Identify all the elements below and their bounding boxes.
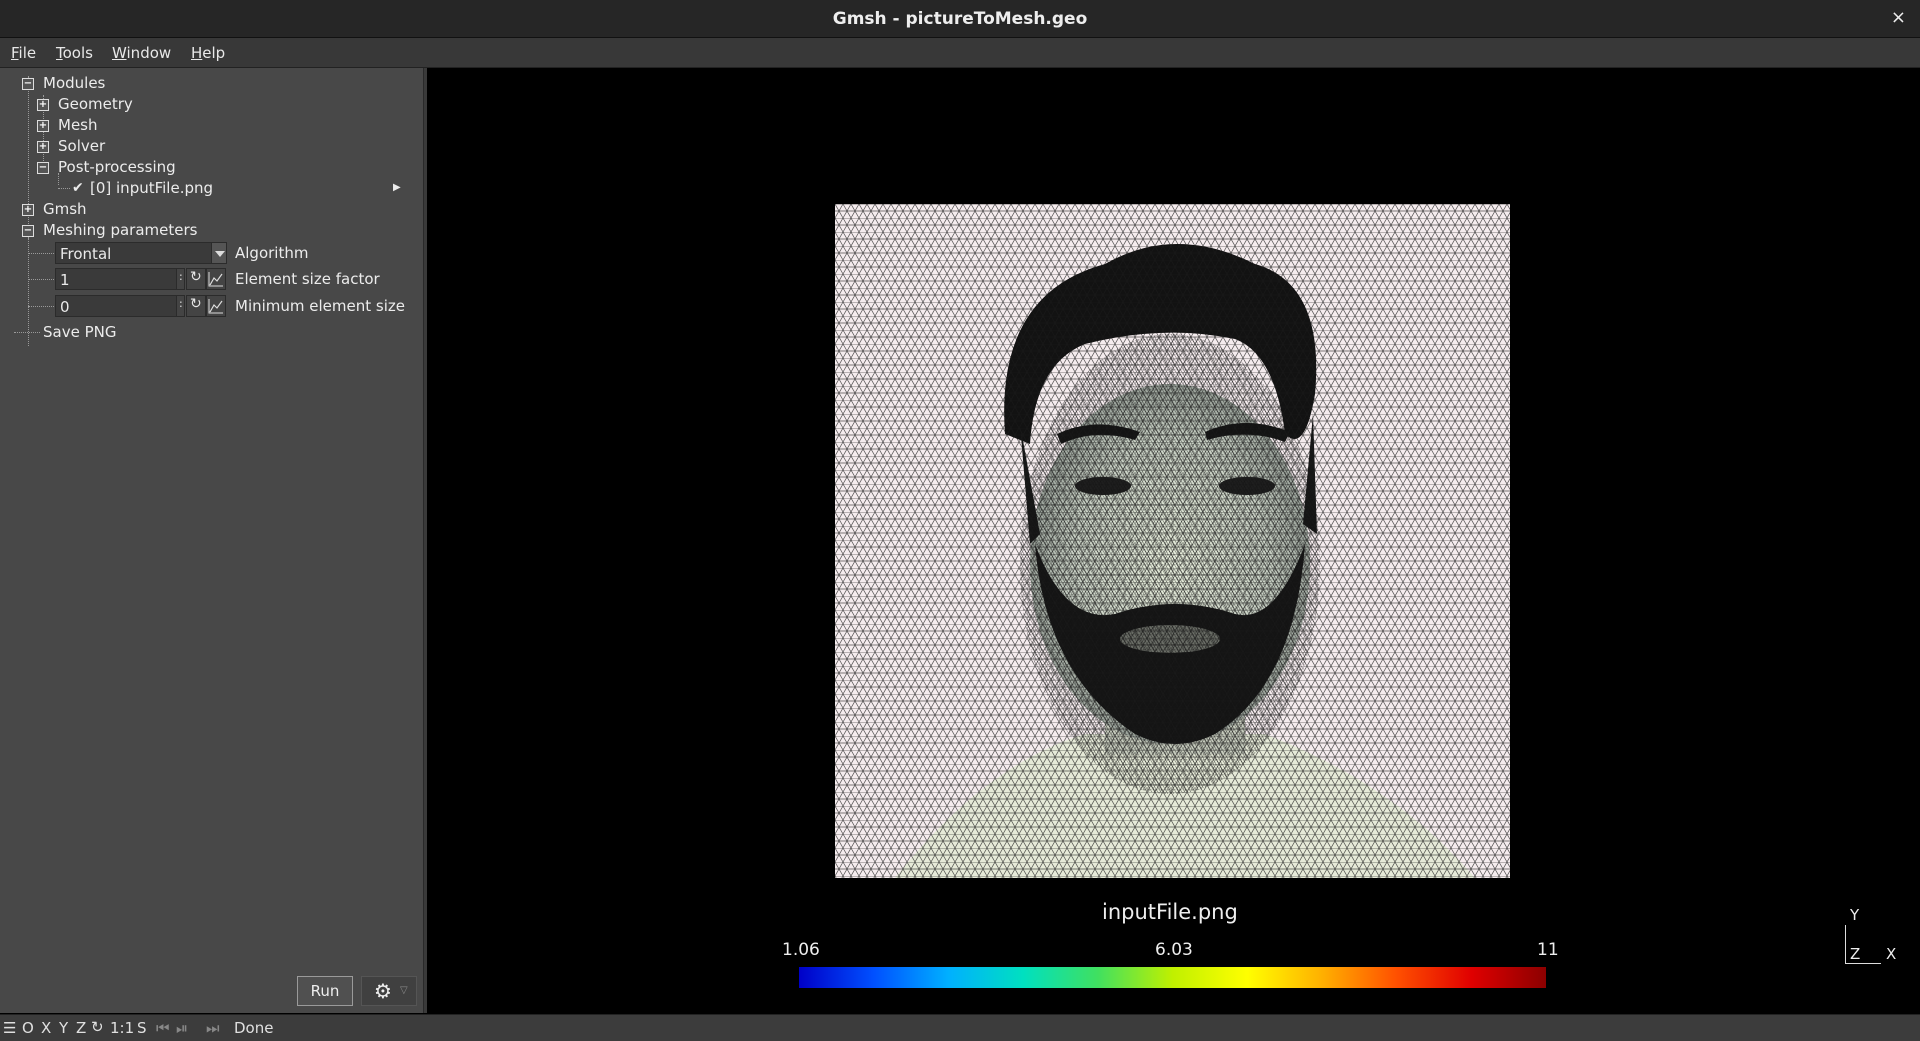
tree-guide <box>28 253 54 254</box>
loop-icon[interactable]: ↻ <box>186 268 206 290</box>
min-size-input[interactable]: 0 <box>55 295 177 317</box>
min-size-label: Minimum element size <box>235 297 405 315</box>
menu-window[interactable]: Window <box>112 44 171 62</box>
collapse-icon[interactable]: − <box>22 78 34 90</box>
status-x-button[interactable]: X <box>41 1019 51 1037</box>
tree-modules[interactable]: Modules <box>43 73 105 93</box>
tree-guide <box>28 238 29 324</box>
size-factor-input[interactable]: 1 <box>55 268 177 290</box>
size-factor-label: Element size factor <box>235 270 380 288</box>
axis-y-line <box>1845 925 1846 963</box>
tree-guide <box>14 332 40 333</box>
settings-button[interactable]: ⚙ ▽ <box>361 976 417 1006</box>
last-step-icon[interactable]: ⏭ <box>206 1019 220 1037</box>
stepper-menu-icon[interactable]: : <box>176 268 185 290</box>
colorbar-min-label: 1.06 <box>782 940 820 960</box>
tree-solver[interactable]: Solver <box>58 136 105 156</box>
collapse-icon[interactable]: − <box>37 162 49 174</box>
tree-guide <box>28 306 54 307</box>
axis-x-label: X <box>1886 945 1897 963</box>
run-button[interactable]: Run <box>297 976 353 1006</box>
stepper-menu-icon[interactable]: : <box>176 295 185 317</box>
axis-z-label: Z <box>1850 945 1861 963</box>
status-y-button[interactable]: Y <box>59 1019 68 1037</box>
axis-y-label: Y <box>1850 906 1860 924</box>
expand-icon[interactable]: + <box>37 141 49 153</box>
tree-gmsh[interactable]: Gmsh <box>43 199 87 219</box>
expand-icon[interactable]: + <box>37 99 49 111</box>
status-bar: ☰ O X Y Z ↻ 1:1 S ⏮ ⏯ ⏭ Done <box>0 1014 1920 1041</box>
colorbar-mid-label: 6.03 <box>1155 940 1193 960</box>
view-menu-arrow-icon[interactable]: ▶ <box>393 178 401 198</box>
play-pause-icon[interactable]: ⏯ <box>176 1019 188 1037</box>
graph-icon[interactable] <box>206 268 226 290</box>
tree-meshing-parameters[interactable]: Meshing parameters <box>43 220 197 240</box>
gear-icon: ⚙ <box>374 979 392 1003</box>
first-step-icon[interactable]: ⏮ <box>156 1019 170 1037</box>
collapse-icon[interactable]: − <box>22 225 34 237</box>
title-bar: Gmsh - pictureToMesh.geo × <box>0 0 1920 38</box>
checkmark-icon[interactable]: ✔ <box>72 178 84 198</box>
colorbar-max-label: 11 <box>1537 940 1559 960</box>
menu-tools[interactable]: Tools <box>56 44 93 62</box>
algorithm-select[interactable]: Frontal <box>55 242 212 264</box>
chevron-down-icon: ▽ <box>400 985 408 996</box>
colorbar <box>799 967 1546 988</box>
tree-geometry[interactable]: Geometry <box>58 94 133 114</box>
status-o-button[interactable]: O <box>22 1019 34 1037</box>
tree-guide <box>28 279 54 280</box>
menu-toggle-icon[interactable]: ☰ <box>3 1019 16 1037</box>
status-s-button[interactable]: S <box>137 1019 147 1037</box>
expand-icon[interactable]: + <box>22 204 34 216</box>
close-icon[interactable]: × <box>1891 7 1906 28</box>
window-title: Gmsh - pictureToMesh.geo <box>832 9 1088 29</box>
algorithm-label: Algorithm <box>235 244 309 262</box>
tree-guide <box>58 188 70 189</box>
status-1to1-button[interactable]: 1:1 <box>110 1019 134 1037</box>
chevron-down-icon[interactable] <box>211 242 227 264</box>
menu-help[interactable]: Help <box>191 44 225 62</box>
view-name-label: inputFile.png <box>1102 900 1238 924</box>
mesh-image <box>835 204 1510 878</box>
axis-x-line <box>1845 963 1881 964</box>
status-z-button[interactable]: Z <box>76 1019 86 1037</box>
graph-icon[interactable] <box>206 295 226 317</box>
menu-bar: File Tools Window Help <box>0 38 1920 68</box>
options-sidebar: − Modules + Geometry + Mesh + Solver − P… <box>0 68 424 1013</box>
tree-view-inputfile[interactable]: [0] inputFile.png <box>90 178 213 198</box>
menu-file[interactable]: File <box>11 44 36 62</box>
rotate-icon[interactable]: ↻ <box>91 1018 104 1036</box>
loop-icon[interactable]: ↻ <box>186 295 206 317</box>
expand-icon[interactable]: + <box>37 120 49 132</box>
tree-postprocessing[interactable]: Post-processing <box>58 157 176 177</box>
tree-mesh[interactable]: Mesh <box>58 115 98 135</box>
tree-save-png[interactable]: Save PNG <box>43 322 116 342</box>
status-message: Done <box>234 1019 274 1037</box>
